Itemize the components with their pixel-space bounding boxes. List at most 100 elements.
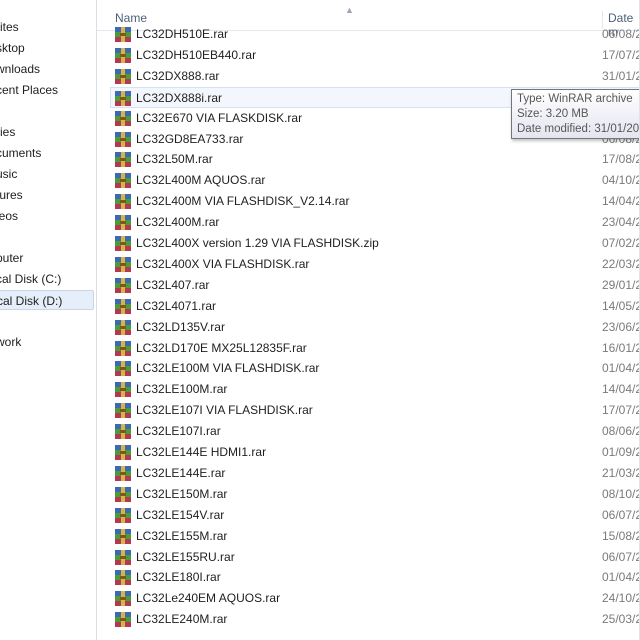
file-date-modified: 23/04/2 xyxy=(602,215,640,230)
winrar-archive-icon xyxy=(115,298,131,314)
file-name: LC32LE240M.rar xyxy=(136,612,228,627)
file-row[interactable]: LC32LE154V.rar 06/07/2 xyxy=(97,505,640,526)
winrar-archive-icon xyxy=(115,382,131,398)
file-date-modified: 06/07/2 xyxy=(602,507,640,522)
file-row[interactable]: LC32LE100M.rar 14/04/2 xyxy=(97,379,640,400)
file-row[interactable]: LC32LE100M VIA FLASHDISK.rar 01/04/2 xyxy=(97,358,640,379)
nav-item[interactable]: rites xyxy=(0,17,19,37)
file-date-modified: 06/08/2 xyxy=(602,27,640,41)
winrar-archive-icon xyxy=(115,445,131,460)
winrar-archive-icon xyxy=(115,361,131,377)
nav-item[interactable]: cent Places xyxy=(0,80,58,100)
nav-item-label: work xyxy=(0,335,22,349)
file-name: LC32LE144E HDMI1.rar xyxy=(136,445,267,459)
file-row[interactable]: LC32LE150M.rar 08/10/2 xyxy=(97,484,640,505)
file-name: LC32L400M AQUOS.rar xyxy=(136,173,266,188)
file-row[interactable]: LC32LE144E HDMI1.rar 01/09/2 xyxy=(97,442,640,463)
nav-item[interactable]: leos xyxy=(0,206,18,226)
file-row[interactable]: LC32LE107I.rar 08/06/2 xyxy=(97,421,640,442)
file-date-modified: 17/07/2 xyxy=(602,403,640,418)
column-name-header[interactable]: Name xyxy=(115,11,147,25)
winrar-archive-icon xyxy=(115,403,131,419)
nav-item-label: cal Disk (D:) xyxy=(0,294,63,308)
file-row[interactable]: LC32L50M.rar 17/08/2 xyxy=(97,149,640,170)
file-row[interactable]: LC32L407.rar 29/01/2 xyxy=(97,275,640,296)
winrar-archive-icon xyxy=(115,507,131,523)
nav-item[interactable]: puter xyxy=(0,248,23,268)
file-tooltip: Type: WinRAR archive Size: 3.20 MB Date … xyxy=(511,89,640,139)
file-row[interactable]: LC32LE180I.rar 01/04/2 xyxy=(97,567,640,588)
winrar-archive-icon xyxy=(115,424,131,440)
file-name: LC32LE150M.rar xyxy=(136,486,228,501)
winrar-archive-icon xyxy=(115,277,131,293)
nav-item-label: cal Disk (C:) xyxy=(0,272,62,286)
file-date-modified: 23/06/2 xyxy=(602,319,640,334)
nav-item[interactable]: sktop xyxy=(0,38,25,58)
nav-item[interactable]: cal Disk (D:) xyxy=(0,290,94,310)
file-name: LC32DX888.rar xyxy=(136,68,220,83)
nav-item[interactable]: work xyxy=(0,332,21,352)
winrar-archive-icon xyxy=(115,68,131,84)
file-row[interactable]: LC32LD135V.rar 23/06/2 xyxy=(97,317,640,338)
nav-item[interactable]: usic xyxy=(0,164,17,184)
nav-item-label: usic xyxy=(0,167,18,181)
file-date-modified: 25/03/2 xyxy=(602,612,640,627)
navigation-pane: rites sktop wnloads cent Places ries cuments u… xyxy=(0,0,97,640)
winrar-archive-icon xyxy=(115,486,131,502)
file-row[interactable]: LC32L400M VIA FLASHDISK_V2.14.rar 14/04/2 xyxy=(97,191,640,212)
file-row[interactable]: LC32LE107I VIA FLASHDISK.rar 17/07/2 xyxy=(97,400,640,421)
file-name: LC32LE100M VIA FLASHDISK.rar xyxy=(136,361,320,376)
file-date-modified: 16/01/2 xyxy=(602,340,640,355)
file-row[interactable]: LC32DH510EB440.rar 17/07/2 xyxy=(97,45,640,66)
tooltip-size: Size: 3.20 MB xyxy=(517,108,589,120)
winrar-archive-icon xyxy=(115,465,131,481)
nav-item-label: sktop xyxy=(0,41,25,55)
file-name: LC32LE155M.rar xyxy=(136,528,228,543)
file-date-modified: 01/04/2 xyxy=(602,361,640,376)
nav-item-label: cuments xyxy=(0,146,42,160)
winrar-archive-icon xyxy=(115,591,131,607)
file-date-modified: 17/07/2 xyxy=(602,47,640,62)
winrar-archive-icon xyxy=(115,612,131,628)
file-row[interactable]: LC32L400M AQUOS.rar 04/10/2 xyxy=(97,170,640,191)
winrar-archive-icon xyxy=(115,131,131,147)
winrar-archive-icon xyxy=(115,570,131,586)
file-row[interactable]: LC32LE144E.rar 21/03/2 xyxy=(97,463,640,484)
file-row[interactable]: LC32L4071.rar 14/05/2 xyxy=(97,296,640,317)
winrar-archive-icon xyxy=(115,319,131,335)
nav-item[interactable]: wnloads xyxy=(0,59,40,79)
winrar-archive-icon xyxy=(115,90,131,106)
nav-item[interactable]: cuments xyxy=(0,143,41,163)
file-row[interactable]: LC32L400X VIA FLASHDISK.rar 22/03/2 xyxy=(97,254,640,275)
file-row[interactable]: LC32LE240M.rar 25/03/2 xyxy=(97,609,640,630)
file-name: LC32L400X VIA FLASHDISK.rar xyxy=(136,256,310,271)
file-name: LC32L400M VIA FLASHDISK_V2.14.rar xyxy=(136,194,350,209)
nav-item-label: wnloads xyxy=(0,62,41,76)
file-name: LC32L400M.rar xyxy=(136,215,220,230)
file-date-modified: 21/03/2 xyxy=(602,465,640,480)
file-row[interactable]: LC32Le240EM AQUOS.rar 24/10/2 xyxy=(97,588,640,609)
winrar-archive-icon xyxy=(115,110,131,126)
file-name: LC32LE144E.rar xyxy=(136,465,226,480)
file-row[interactable]: LC32L400M.rar 23/04/2 xyxy=(97,212,640,233)
file-row[interactable]: LC32L400X version 1.29 VIA FLASHDISK.zip… xyxy=(97,233,640,254)
file-row[interactable]: LC32LD170E MX25L12835F.rar 16/01/2 xyxy=(97,338,640,359)
nav-item[interactable]: cal Disk (C:) xyxy=(0,269,61,289)
file-row[interactable]: LC32LE155RU.rar 06/07/2 xyxy=(97,547,640,568)
file-date-modified: 24/10/2 xyxy=(602,591,640,606)
file-row[interactable]: LC32LE155M.rar 15/08/2 xyxy=(97,526,640,547)
winrar-archive-icon xyxy=(115,173,131,189)
winrar-archive-icon xyxy=(115,47,131,63)
nav-item[interactable]: ries xyxy=(0,122,15,142)
nav-item[interactable]: tures xyxy=(0,185,23,205)
file-name: LC32LD135V.rar xyxy=(136,319,225,334)
nav-item-label: leos xyxy=(0,209,19,223)
file-date-modified: 22/03/2 xyxy=(602,256,640,271)
file-row[interactable]: LC32DH510E.rar 06/08/2 xyxy=(97,24,640,45)
nav-item-label: ries xyxy=(0,125,16,139)
file-date-modified: 01/09/2 xyxy=(602,445,640,459)
file-name: LC32DH510E.rar xyxy=(136,27,229,41)
file-name: LC32DH510EB440.rar xyxy=(136,47,257,62)
file-name: LC32L4071.rar xyxy=(136,298,217,313)
file-row[interactable]: LC32DX888.rar 31/01/2 xyxy=(97,66,640,87)
